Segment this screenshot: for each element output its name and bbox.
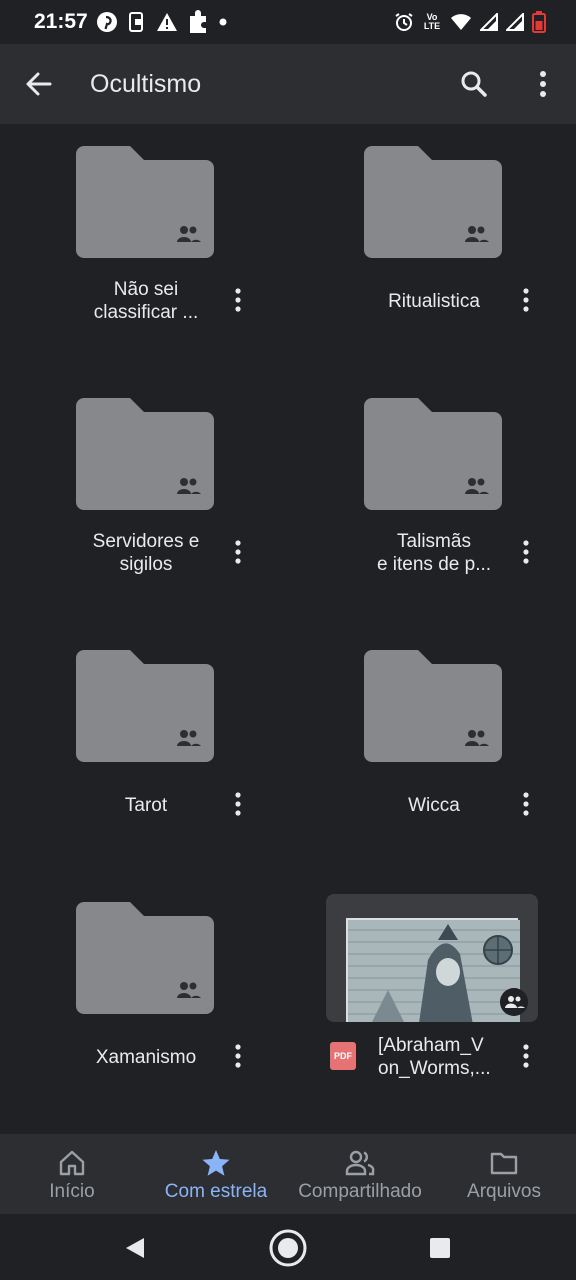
folder-tile[interactable]: Tarot	[0, 628, 288, 880]
folder-name: Wicca	[408, 795, 460, 816]
status-time: 21:57	[34, 10, 88, 33]
engraving-illustration	[348, 920, 520, 1022]
home-icon	[59, 1150, 85, 1176]
bottom-navigation: Início Com estrela Compartilhado Arquivo…	[0, 1134, 576, 1214]
folder-tile[interactable]: Servidores e sigilos	[0, 376, 288, 628]
nav-label: Compartilhado	[298, 1181, 422, 1202]
shared-folder-icon	[76, 650, 214, 762]
pdf-thumbnail-image	[346, 918, 520, 1022]
warning-icon	[157, 13, 177, 31]
folder-tile[interactable]: Talismãs e itens de p...	[288, 376, 576, 628]
battery-low-icon	[532, 11, 546, 33]
dot-icon	[219, 18, 227, 26]
nav-home[interactable]: Início	[20, 1134, 124, 1214]
back-triangle-icon[interactable]	[114, 1228, 154, 1268]
folder-name: Não sei classificar ...	[93, 279, 199, 323]
arrow-left-icon[interactable]	[20, 65, 58, 103]
signal-icon	[506, 13, 524, 31]
file-name[interactable]: [Abraham_V on_Worms,...	[378, 1034, 498, 1080]
status-bar: 21:57 Vo LTE	[0, 0, 576, 44]
nav-files[interactable]: Arquivos	[456, 1134, 552, 1214]
shared-folder-icon	[364, 398, 502, 510]
pdf-file-icon: PDF	[330, 1042, 356, 1070]
folder-name: Xamanismo	[95, 1047, 197, 1068]
more-vert-icon[interactable]	[226, 1042, 250, 1070]
puzzle-icon	[190, 10, 206, 33]
shared-folder-icon	[364, 146, 502, 258]
people-icon	[345, 1150, 375, 1176]
nav-label: Início	[49, 1181, 95, 1202]
folder-name: Tarot	[124, 795, 168, 816]
more-vert-icon[interactable]	[514, 538, 538, 566]
pinterest-icon	[97, 12, 117, 32]
shared-folder-icon	[364, 650, 502, 762]
folder-tile[interactable]: Xamanismo	[0, 880, 288, 1132]
wifi-icon	[451, 14, 471, 30]
folder-tile[interactable]: Wicca	[288, 628, 576, 880]
more-vert-icon[interactable]	[514, 1042, 538, 1070]
star-icon	[202, 1150, 230, 1176]
system-navigation-bar	[0, 1214, 576, 1280]
folder-name: Ritualistica	[388, 291, 480, 312]
files-grid: Não sei classificar ... Ritualistica Ser…	[0, 124, 576, 1134]
app-bar: Ocultismo	[0, 44, 576, 124]
more-vert-icon[interactable]	[226, 538, 250, 566]
search-icon[interactable]	[456, 66, 492, 102]
recents-square-icon[interactable]	[420, 1228, 460, 1268]
status-left-icons	[96, 9, 228, 35]
nav-label: Com estrela	[164, 1181, 268, 1202]
status-right-icons: Vo LTE	[394, 9, 546, 35]
shared-folder-icon	[76, 146, 214, 258]
folder-icon	[490, 1152, 518, 1175]
pdf-thumbnail-card[interactable]	[326, 894, 538, 1022]
more-vert-icon[interactable]	[526, 66, 560, 102]
folder-tile[interactable]: Ritualistica	[288, 124, 576, 376]
more-vert-icon[interactable]	[514, 790, 538, 818]
shared-folder-icon	[76, 398, 214, 510]
folder-name: Talismãs e itens de p...	[376, 531, 492, 575]
shared-folder-icon	[76, 902, 214, 1014]
home-circle-icon[interactable]	[268, 1228, 308, 1268]
alarm-icon	[395, 13, 413, 31]
nav-starred[interactable]: Com estrela	[152, 1134, 280, 1214]
page-title: Ocultismo	[90, 70, 202, 98]
nav-shared[interactable]: Compartilhado	[288, 1134, 432, 1214]
shared-icon	[500, 988, 528, 1016]
more-vert-icon[interactable]	[226, 286, 250, 314]
volte-icon: Vo LTE	[423, 12, 441, 31]
phone-link-icon	[129, 12, 143, 32]
more-vert-icon[interactable]	[514, 286, 538, 314]
signal-icon	[480, 13, 498, 31]
nav-label: Arquivos	[467, 1181, 541, 1202]
folder-tile[interactable]: Não sei classificar ...	[0, 124, 288, 376]
folder-name: Servidores e sigilos	[92, 531, 200, 575]
more-vert-icon[interactable]	[226, 790, 250, 818]
